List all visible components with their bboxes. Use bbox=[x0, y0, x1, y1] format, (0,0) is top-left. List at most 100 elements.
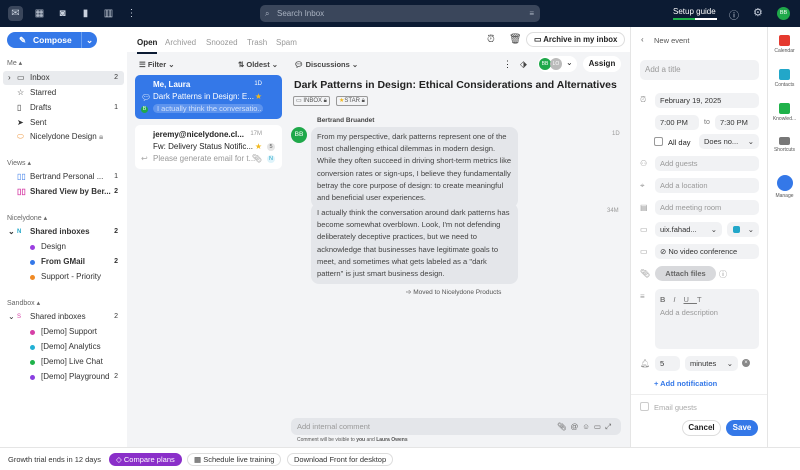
end-time-field[interactable]: 7:30 PM bbox=[715, 115, 759, 130]
compare-plans-button[interactable]: ◇ Compare plans bbox=[109, 453, 182, 466]
sidebar-item-starred[interactable]: ☆ Starred bbox=[3, 86, 124, 100]
chevron-down-icon[interactable]: ⌄ bbox=[81, 32, 93, 48]
repeat-select[interactable]: Does no... ⌄ bbox=[699, 134, 759, 149]
status-tabs: Open Archived Snoozed Trash Spam ⏰︎ 🗑︎ ▭… bbox=[127, 27, 630, 54]
save-button[interactable]: Save bbox=[726, 420, 758, 436]
video-select[interactable]: ⊘ No video conference bbox=[655, 244, 759, 259]
sidebar-item-support-priority[interactable]: Support - Priority bbox=[3, 270, 124, 284]
contacts-icon[interactable]: ◙ bbox=[55, 6, 70, 21]
search-input[interactable]: ⌕ Search Inbox ≡ bbox=[260, 5, 540, 22]
sidebar-item-drafts[interactable]: ▯ Drafts 1 bbox=[3, 101, 124, 115]
sidebar-item-inbox[interactable]: › ▭ Inbox 2 bbox=[3, 71, 124, 85]
more-icon[interactable]: ⋮ bbox=[124, 6, 139, 21]
archive-button[interactable]: ▭ Archive in my inbox bbox=[526, 32, 626, 47]
list-item[interactable]: Me, Laura 1D Dark Patterns in Design: E.… bbox=[135, 75, 282, 119]
sender-name: Bertrand Bruandet bbox=[317, 117, 375, 124]
setup-guide-link[interactable]: Setup guide bbox=[673, 7, 716, 16]
all-day-checkbox[interactable] bbox=[654, 137, 663, 146]
calendar-icon bbox=[779, 35, 790, 46]
attach-files-button[interactable]: Attach files bbox=[655, 266, 716, 281]
rail-contacts[interactable]: Contacts bbox=[768, 69, 800, 88]
snooze-icon[interactable]: ⏰︎ bbox=[487, 34, 495, 45]
send-icon: ➤ bbox=[17, 118, 24, 127]
description-placeholder: Add a description bbox=[660, 308, 718, 317]
sidebar-item-demo-support[interactable]: [Demo] Support bbox=[3, 325, 124, 339]
description-editor[interactable]: BIUT Add a description bbox=[655, 289, 759, 349]
message-bubble: From my perspective, dark patterns repre… bbox=[311, 127, 518, 209]
guests-icon: ⚇ bbox=[640, 159, 648, 168]
list-item[interactable]: jeremy@nicelydone.cl... 17M Fw: Delivery… bbox=[135, 125, 282, 169]
back-icon[interactable]: ‹ bbox=[641, 35, 644, 44]
remove-icon[interactable]: × bbox=[742, 359, 750, 367]
schedule-training-button[interactable]: ▦ Schedule live training bbox=[187, 453, 282, 466]
tab-spam[interactable]: Spam bbox=[276, 38, 297, 47]
comment-input[interactable]: Add internal comment 📎︎@☺▭⤢ bbox=[291, 418, 621, 435]
date-field[interactable]: February 19, 2025 bbox=[655, 93, 759, 108]
start-time-field[interactable]: 7:00 PM bbox=[655, 115, 699, 130]
section-views[interactable]: Views ▴ bbox=[7, 159, 31, 167]
inbox-icon[interactable]: ✉ bbox=[8, 6, 23, 21]
tab-trash[interactable]: Trash bbox=[247, 38, 267, 47]
info-icon[interactable]: ⓘ bbox=[719, 269, 727, 280]
calendar-select[interactable]: uix.fahad... ⌄ bbox=[655, 222, 722, 237]
calendar-icon[interactable]: ▦ bbox=[32, 6, 47, 21]
download-desktop-button[interactable]: Download Front for desktop bbox=[287, 453, 394, 466]
rail-calendar[interactable]: Calendar bbox=[768, 35, 800, 54]
avatar[interactable]: BB bbox=[777, 7, 790, 20]
sidebar-item-view[interactable]: ▯▯ Bertrand Personal ... 1 bbox=[3, 170, 124, 184]
section-nicelydone[interactable]: Nicelydone ▴ bbox=[7, 214, 47, 222]
sidebar-item-design[interactable]: Design bbox=[3, 240, 124, 254]
sidebar-item-from-gmail[interactable]: From GMail 2 bbox=[3, 255, 124, 269]
sidebar-item-view[interactable]: ▯▯ Shared View by Ber... 2 bbox=[3, 185, 124, 199]
new-event-panel: ‹ New event Add a title ⏰︎ February 19, … bbox=[630, 27, 767, 447]
setup-progress bbox=[673, 18, 717, 20]
title-input[interactable]: Add a title bbox=[640, 60, 759, 80]
comment-tools-icons[interactable]: 📎︎@☺▭⤢ bbox=[557, 418, 615, 435]
tag-inbox[interactable]: ▭ INBOX 🔒︎ bbox=[293, 96, 330, 106]
location-input[interactable]: Add a location bbox=[655, 178, 759, 193]
filter-icon[interactable]: ≡ bbox=[529, 5, 534, 22]
notify-unit-select[interactable]: minutes ⌄ bbox=[685, 356, 738, 371]
sidebar-item-nicelydone-design[interactable]: ⬭ Nicelydone Design 🔒︎ bbox=[3, 130, 124, 144]
section-sandbox[interactable]: Sandbox ▴ bbox=[7, 299, 40, 307]
star-icon[interactable]: ★ bbox=[255, 142, 262, 151]
sidebar-item-shared-inboxes[interactable]: ⌄ N Shared inboxes 2 bbox=[3, 225, 124, 239]
sidebar-item-demo-analytics[interactable]: [Demo] Analytics bbox=[3, 340, 124, 354]
tab-archived[interactable]: Archived bbox=[165, 38, 196, 47]
format-toolbar[interactable]: BIUT bbox=[660, 292, 759, 307]
sidebar-item-demo-playground[interactable]: [Demo] Playground 2 bbox=[3, 370, 124, 384]
notify-value-input[interactable]: 5 bbox=[655, 356, 680, 371]
tab-snoozed[interactable]: Snoozed bbox=[206, 38, 238, 47]
tag-icon[interactable]: ⬗ bbox=[520, 59, 527, 70]
guests-input[interactable]: Add guests bbox=[655, 156, 759, 171]
draft-icon: ▯ bbox=[17, 103, 22, 112]
add-notification-link[interactable]: + Add notification bbox=[654, 379, 717, 388]
sidebar-item-shared-inboxes[interactable]: ⌄ S Shared inboxes 2 bbox=[3, 310, 124, 324]
sidebar-item-demo-live-chat[interactable]: [Demo] Live Chat bbox=[3, 355, 124, 369]
filter-button[interactable]: ☰ Filter ⌄ bbox=[139, 60, 175, 69]
section-me[interactable]: Me ▴ bbox=[7, 59, 22, 67]
trash-icon[interactable]: 🗑︎ bbox=[509, 34, 522, 45]
move-icon: ➩ bbox=[406, 289, 412, 296]
sort-button[interactable]: ⇅ Oldest ⌄ bbox=[238, 60, 278, 69]
rail-shortcuts[interactable]: Shortcuts bbox=[768, 137, 800, 153]
star-icon[interactable]: ★ bbox=[255, 92, 262, 101]
rail-knowledge[interactable]: Knowled... bbox=[768, 103, 800, 122]
rail-manage[interactable]: Manage bbox=[768, 175, 800, 199]
discussions-dropdown[interactable]: 💬︎ Discussions ⌄ bbox=[294, 60, 358, 69]
cancel-button[interactable]: Cancel bbox=[682, 420, 721, 436]
analytics-icon[interactable]: ▮ bbox=[78, 6, 93, 21]
room-input[interactable]: Add meeting room bbox=[655, 200, 759, 215]
tag-star[interactable]: ★STAR 🔒︎ bbox=[336, 96, 368, 106]
gear-icon[interactable]: ⚙ bbox=[753, 6, 763, 19]
more-icon[interactable]: ⋮ bbox=[503, 59, 512, 70]
help-icon[interactable]: ⓘ bbox=[729, 7, 739, 22]
assign-button[interactable]: Assign bbox=[583, 56, 621, 72]
assignee-picker[interactable]: BB LO ⌄ bbox=[538, 56, 577, 72]
columns-icon[interactable]: ▥ bbox=[101, 6, 116, 21]
compose-button[interactable]: ✎ Compose ⌄ bbox=[7, 32, 97, 48]
sidebar-item-sent[interactable]: ➤ Sent bbox=[3, 116, 124, 130]
color-select[interactable]: ⌄ bbox=[727, 222, 759, 237]
email-guests-checkbox[interactable] bbox=[640, 402, 649, 411]
tab-open[interactable]: Open bbox=[137, 38, 158, 54]
